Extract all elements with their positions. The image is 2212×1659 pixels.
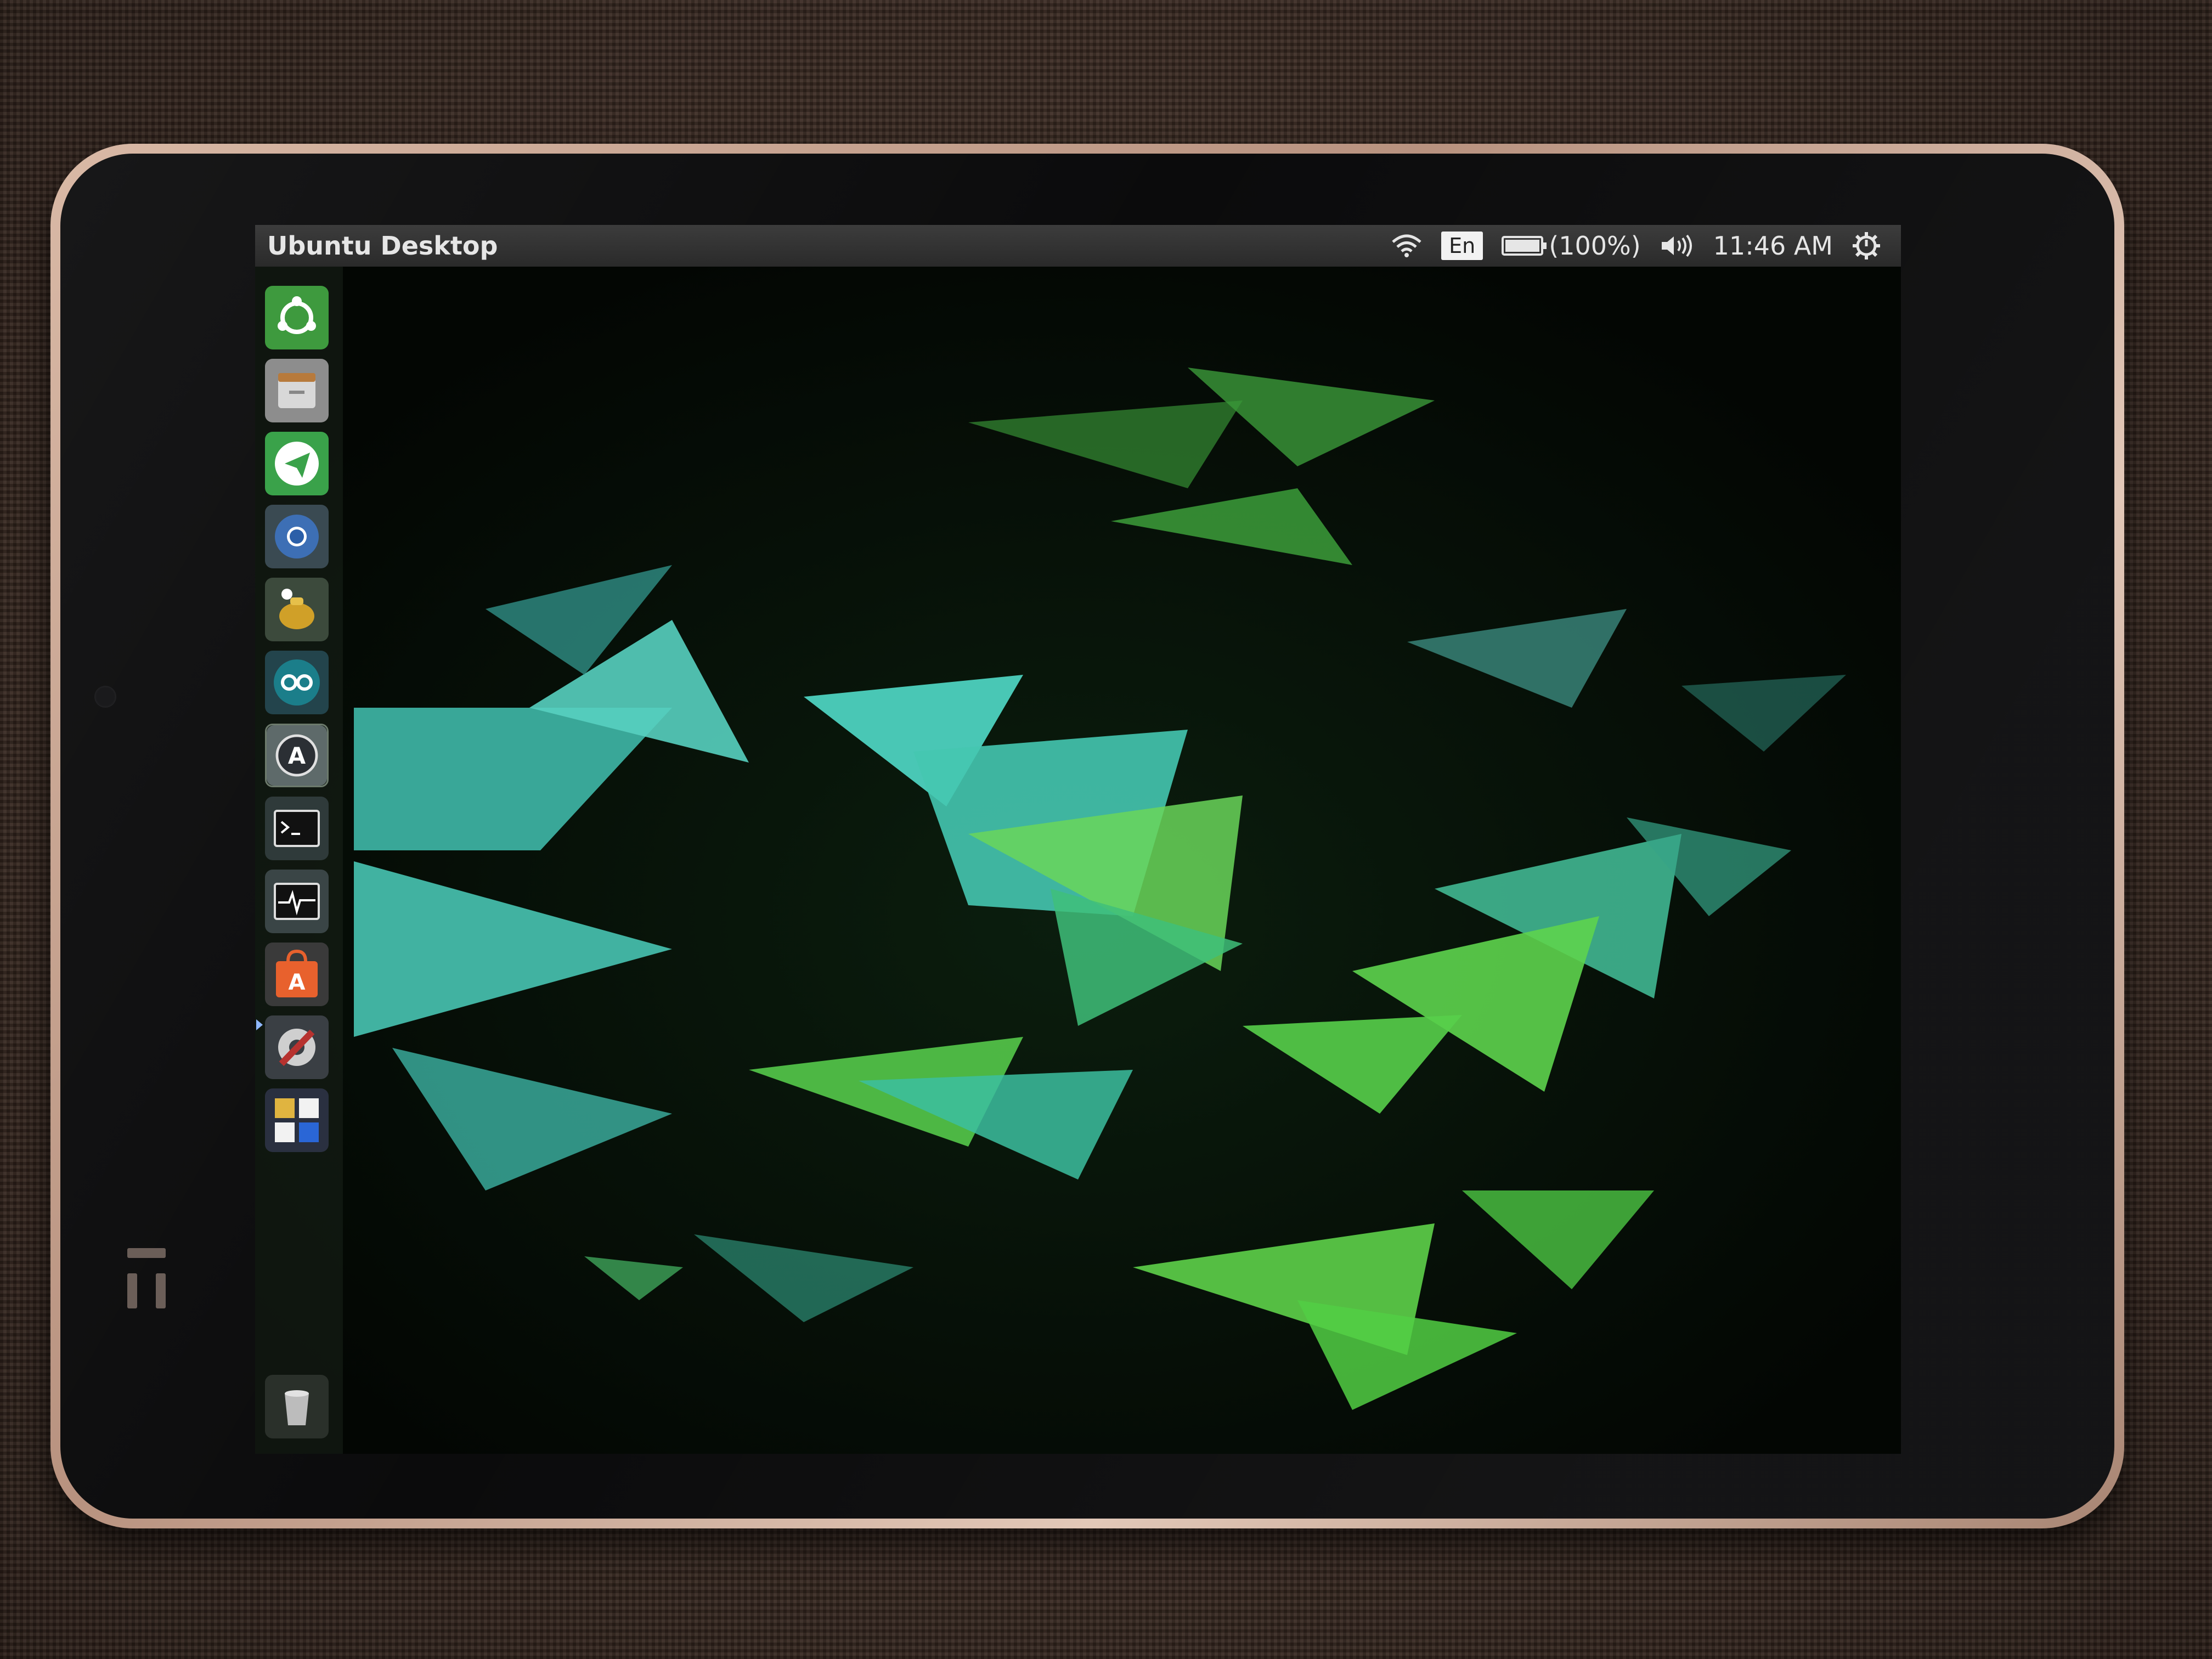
chromium-icon <box>265 505 329 568</box>
launcher-item-files[interactable] <box>265 359 329 422</box>
teapot-icon <box>265 578 329 641</box>
power-gear-icon[interactable] <box>1852 231 1881 261</box>
window-title: Ubuntu Desktop <box>267 231 498 261</box>
launcher-item-system-monitor[interactable] <box>265 870 329 933</box>
wifi-icon[interactable] <box>1391 233 1423 258</box>
launcher-item-trash[interactable] <box>265 1375 329 1438</box>
top-panel: Ubuntu Desktop En (100%) 11:46 AM <box>255 225 1901 267</box>
battery-percent: (100%) <box>1549 231 1641 261</box>
workspaces-icon <box>265 1088 329 1152</box>
launcher-item-dash-home[interactable] <box>265 286 329 349</box>
launcher-item-software-updater[interactable]: A <box>265 724 329 787</box>
language-indicator[interactable]: En <box>1441 232 1483 260</box>
paper-plane-icon <box>265 432 329 495</box>
launcher-item-system-settings[interactable] <box>265 1015 329 1079</box>
launcher-item-workspace-switcher[interactable] <box>265 1088 329 1152</box>
volume-icon[interactable] <box>1660 233 1695 258</box>
svg-text:A: A <box>289 970 306 995</box>
shopping-bag-icon: A <box>265 943 329 1006</box>
terminal-icon <box>265 797 329 860</box>
trash-icon <box>265 1375 329 1438</box>
ubuntu-logo-icon <box>265 286 329 349</box>
battery-icon <box>1502 236 1547 256</box>
system-monitor-icon <box>265 870 329 933</box>
launcher-item-teapot-app[interactable] <box>265 578 329 641</box>
infinity-icon <box>265 651 329 714</box>
indicator-area: En (100%) 11:46 AM <box>1391 231 1901 261</box>
launcher-item-arduino[interactable] <box>265 651 329 714</box>
active-indicator <box>256 1019 263 1030</box>
launcher-item-ubuntu-software[interactable]: A <box>265 943 329 1006</box>
launcher-item-terminal[interactable] <box>265 797 329 860</box>
launcher-item-chromium[interactable] <box>265 505 329 568</box>
desktop-wallpaper <box>255 258 1901 1454</box>
settings-wrench-icon <box>265 1015 329 1079</box>
desktop-screen: Ubuntu Desktop En (100%) 11:46 AM A A <box>255 225 1901 1454</box>
updater-icon: A <box>267 725 327 786</box>
file-cabinet-icon <box>265 359 329 422</box>
svg-text:A: A <box>288 742 306 769</box>
battery-indicator[interactable]: (100%) <box>1502 231 1641 261</box>
mi-logo <box>127 1248 166 1308</box>
launcher-item-telegram[interactable] <box>265 432 329 495</box>
clock[interactable]: 11:46 AM <box>1713 231 1833 261</box>
front-camera <box>94 686 116 708</box>
unity-launcher: A A <box>255 267 343 1454</box>
